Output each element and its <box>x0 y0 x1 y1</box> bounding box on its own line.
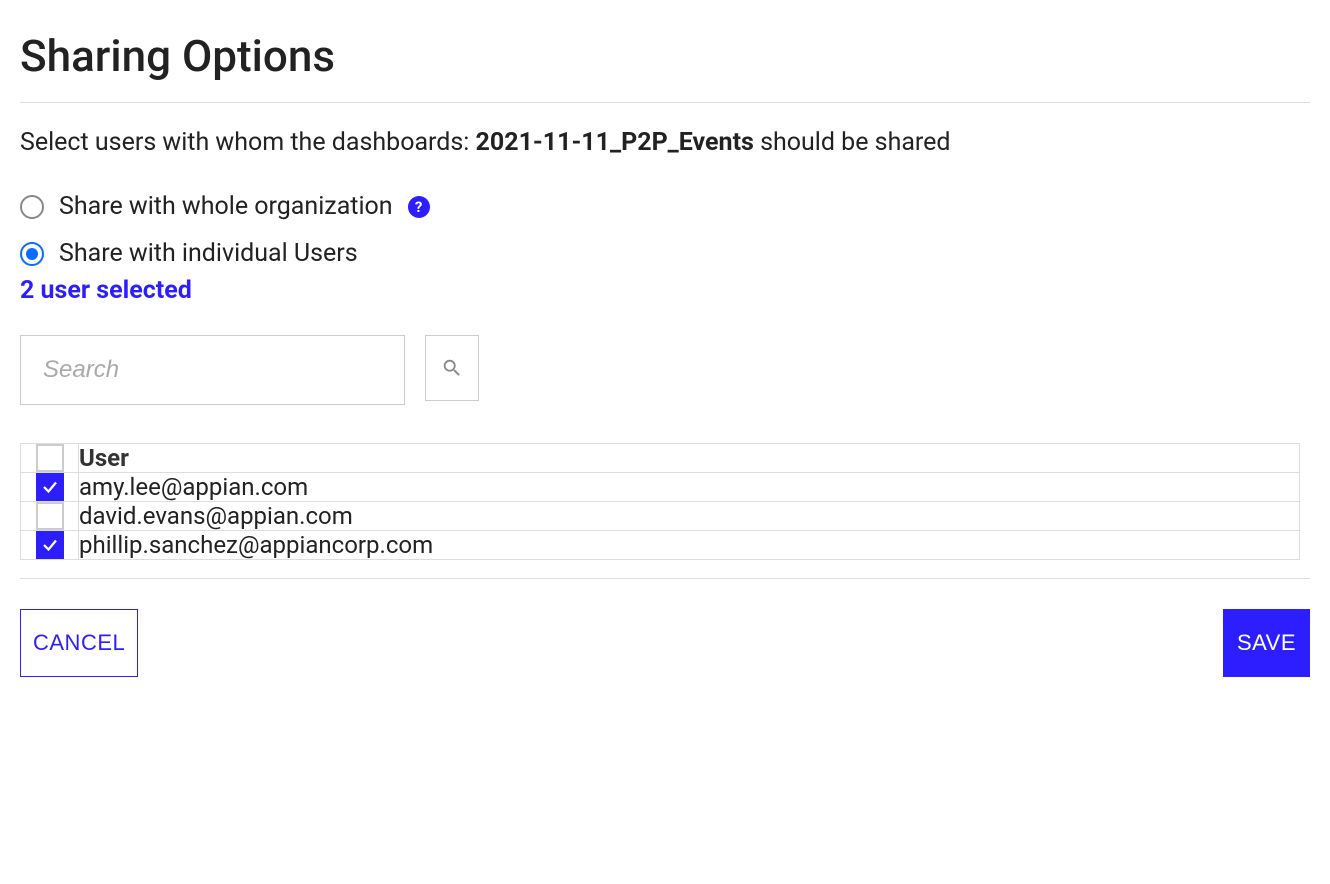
user-table: User amy.lee@appian.com david.evans@appi… <box>20 443 1300 560</box>
select-all-cell <box>21 444 79 473</box>
subtitle-prefix: Select users with whom the dashboards: <box>20 128 476 157</box>
select-all-checkbox[interactable] <box>36 444 64 472</box>
radio-individuals[interactable] <box>20 242 44 266</box>
share-radio-group: Share with whole organization ? Share wi… <box>20 192 1310 268</box>
help-icon[interactable]: ? <box>408 196 430 218</box>
row-checkbox[interactable] <box>36 531 64 559</box>
check-icon <box>41 478 59 496</box>
subtitle-dashboard-name: 2021-11-11_P2P_Events <box>476 128 754 157</box>
user-column-header: User <box>79 444 1300 473</box>
user-email: david.evans@appian.com <box>79 502 1300 531</box>
subtitle: Select users with whom the dashboards: 2… <box>20 128 1310 157</box>
table-row: david.evans@appian.com <box>21 502 1300 531</box>
page-title: Sharing Options <box>20 30 1310 82</box>
footer-divider <box>20 578 1310 579</box>
footer: CANCEL SAVE <box>20 609 1310 677</box>
search-input[interactable] <box>20 335 405 405</box>
table-row: phillip.sanchez@appiancorp.com <box>21 531 1300 560</box>
check-icon <box>41 536 59 554</box>
radio-whole-org-row: Share with whole organization ? <box>20 192 1310 221</box>
table-row: amy.lee@appian.com <box>21 473 1300 502</box>
user-email: phillip.sanchez@appiancorp.com <box>79 531 1300 560</box>
radio-individuals-row: Share with individual Users <box>20 239 1310 268</box>
row-checkbox[interactable] <box>36 473 64 501</box>
row-checkbox[interactable] <box>36 502 64 530</box>
radio-whole-org[interactable] <box>20 195 44 219</box>
search-button[interactable] <box>425 335 479 401</box>
search-icon <box>441 357 463 379</box>
cancel-button[interactable]: CANCEL <box>20 609 138 677</box>
search-row <box>20 335 1310 405</box>
user-email: amy.lee@appian.com <box>79 473 1300 502</box>
subtitle-suffix: should be shared <box>754 128 951 157</box>
save-button[interactable]: SAVE <box>1223 609 1310 677</box>
radio-whole-org-label: Share with whole organization <box>59 192 393 221</box>
table-header-row: User <box>21 444 1300 473</box>
radio-individuals-label: Share with individual Users <box>59 239 358 268</box>
title-divider <box>20 102 1310 103</box>
selected-count: 2 user selected <box>20 276 1310 305</box>
